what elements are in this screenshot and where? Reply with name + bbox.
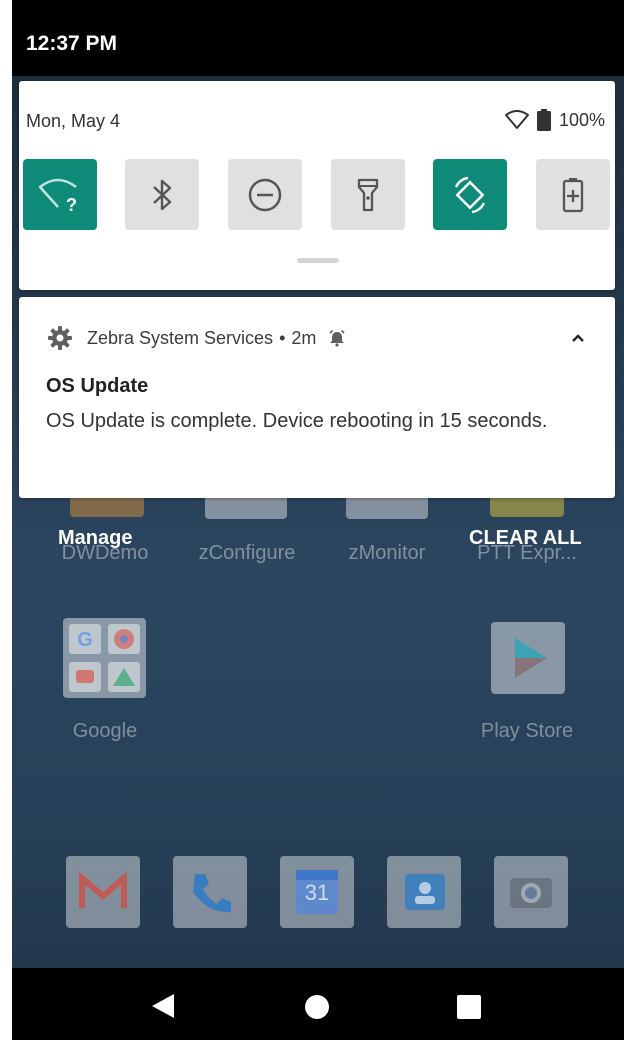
app-label: zConfigure bbox=[198, 542, 296, 564]
recents-icon bbox=[457, 995, 481, 1019]
notification-separator: • bbox=[279, 327, 286, 348]
qs-status-icons: 100% bbox=[504, 109, 605, 131]
bluetooth-tile[interactable] bbox=[125, 159, 199, 230]
status-time: 12:37 PM bbox=[26, 32, 118, 55]
status-bar: 12:37 PM bbox=[12, 0, 624, 76]
calendar-icon[interactable]: 31 bbox=[280, 856, 354, 928]
clear-all-button[interactable]: CLEAR ALL bbox=[469, 527, 582, 550]
home-icon bbox=[305, 995, 329, 1019]
svg-text:G: G bbox=[77, 629, 93, 651]
qs-date: Mon, May 4 bbox=[26, 111, 121, 131]
battery-icon bbox=[536, 109, 551, 131]
notification-card[interactable]: Zebra System Services • 2m OS Update OS … bbox=[19, 297, 615, 498]
gear-icon bbox=[48, 326, 72, 350]
flashlight-icon bbox=[357, 178, 379, 211]
notification-time: 2m bbox=[291, 327, 317, 348]
contacts-icon[interactable] bbox=[387, 856, 461, 928]
app-label: zMonitor bbox=[348, 542, 426, 564]
home-button[interactable] bbox=[304, 994, 330, 1025]
wifi-question-icon: ? bbox=[38, 178, 77, 213]
battery-saver-icon bbox=[562, 177, 584, 212]
gmail-icon[interactable] bbox=[66, 856, 140, 928]
phone-icon[interactable] bbox=[173, 856, 247, 928]
wifi-icon bbox=[504, 110, 529, 129]
svg-text:?: ? bbox=[66, 195, 77, 213]
google-folder-icon[interactable]: G bbox=[63, 618, 146, 698]
notification-title: OS Update bbox=[46, 375, 149, 397]
quick-settings-panel: Mon, May 4 100% ? bbox=[19, 81, 615, 290]
device-screen: DWDemo zConfigure zMonitor PTT Expr... G… bbox=[12, 0, 624, 1040]
back-button[interactable] bbox=[150, 992, 176, 1025]
navigation-bar bbox=[12, 968, 624, 1040]
calendar-day: 31 bbox=[304, 880, 330, 905]
chevron-up-icon[interactable] bbox=[571, 330, 585, 348]
bluetooth-icon bbox=[153, 179, 172, 210]
qs-expand-handle[interactable] bbox=[297, 258, 339, 263]
auto-rotate-tile[interactable] bbox=[433, 159, 507, 230]
manage-button[interactable]: Manage bbox=[58, 527, 132, 550]
dnd-icon bbox=[248, 178, 282, 211]
notification-app-name: Zebra System Services bbox=[87, 327, 274, 348]
wifi-tile[interactable]: ? bbox=[23, 159, 97, 230]
notification-header: Zebra System Services • 2m bbox=[47, 325, 346, 351]
alarm-icon bbox=[329, 329, 345, 347]
app-label: Google bbox=[72, 720, 138, 742]
flashlight-tile[interactable] bbox=[331, 159, 405, 230]
battery-saver-tile[interactable] bbox=[536, 159, 610, 230]
app-label: Play Store bbox=[480, 720, 574, 742]
battery-percent: 100% bbox=[558, 109, 605, 130]
recents-button[interactable] bbox=[456, 994, 482, 1025]
play-store-app-icon[interactable] bbox=[491, 622, 565, 694]
notification-body: OS Update is complete. Device rebooting … bbox=[46, 410, 548, 432]
rotate-icon bbox=[454, 176, 486, 213]
camera-icon[interactable] bbox=[494, 856, 568, 928]
back-icon bbox=[152, 994, 174, 1018]
do-not-disturb-tile[interactable] bbox=[228, 159, 302, 230]
